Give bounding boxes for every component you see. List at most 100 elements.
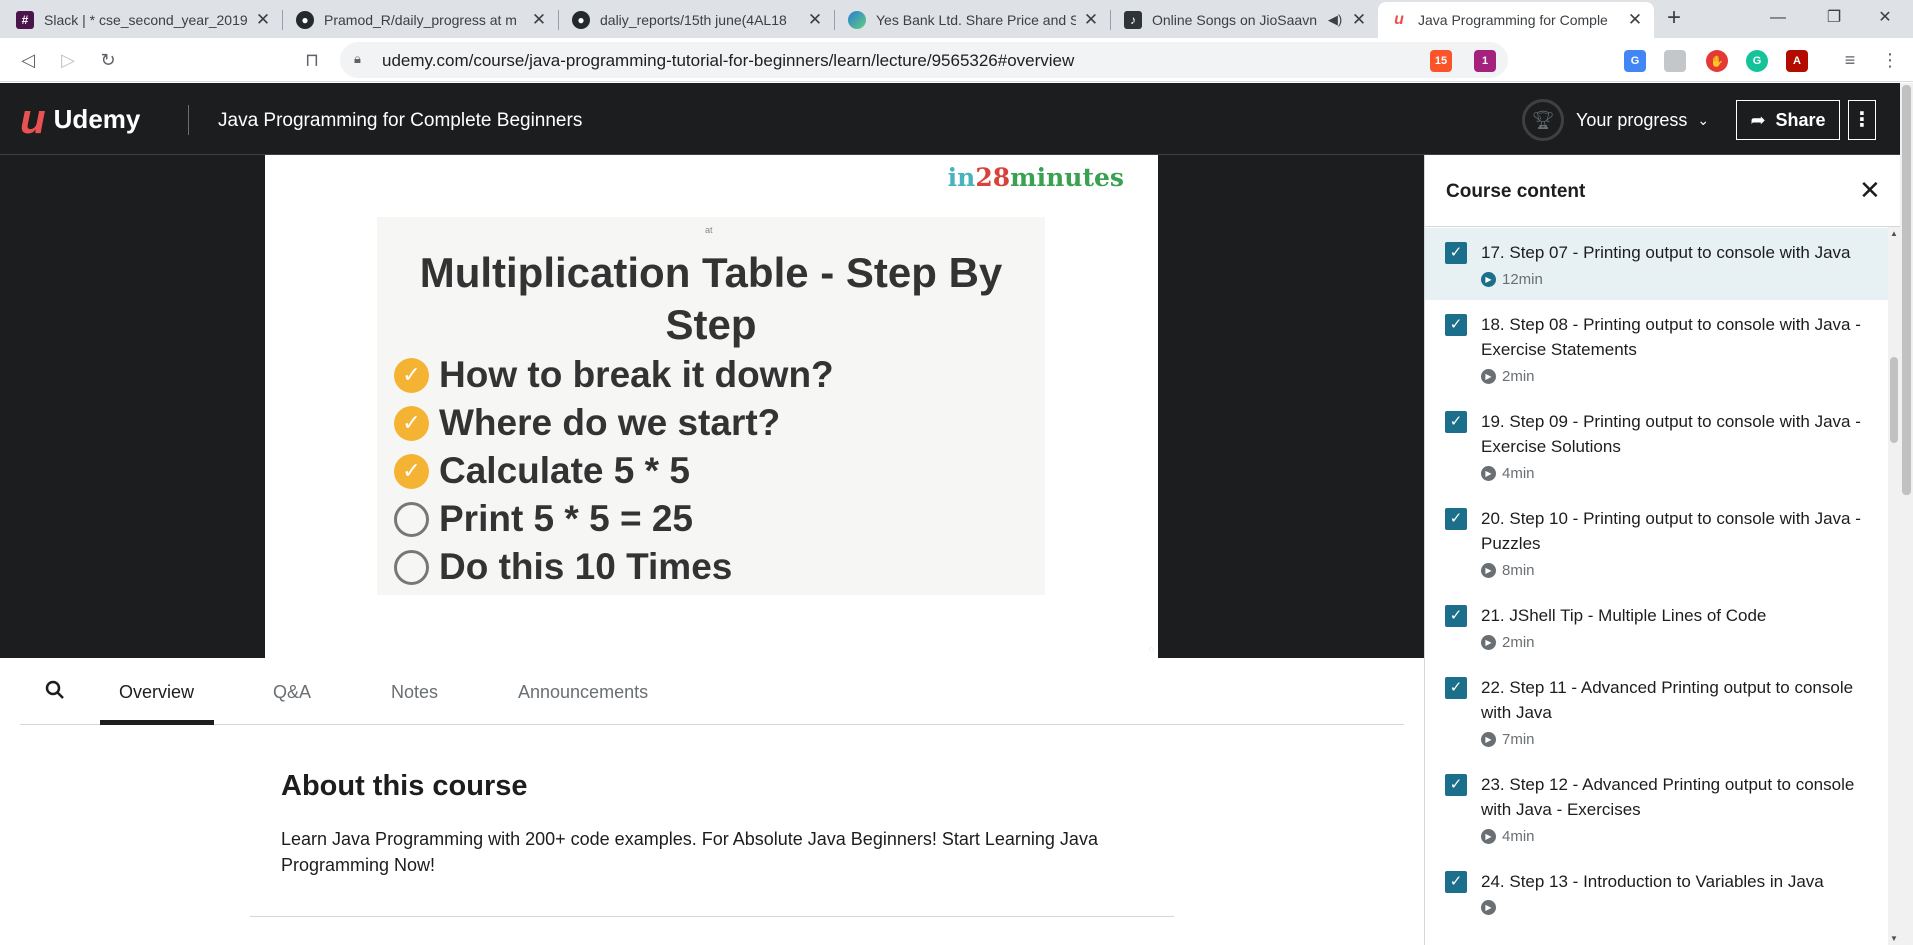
tab-overview[interactable]: Overview — [119, 682, 194, 703]
share-button[interactable]: ➦ Share — [1736, 100, 1840, 140]
sidebar-scrollbar[interactable]: ▲ ▼ — [1888, 227, 1900, 945]
lecture-title: 17. Step 07 - Printing output to console… — [1481, 243, 1851, 262]
browser-tab-github-1[interactable]: ● Pramod_R/daily_progress at m ✕ — [284, 2, 558, 38]
lecture-meta: ▶ 7min — [1481, 731, 1877, 748]
close-icon[interactable]: ✕ — [254, 10, 272, 30]
jiosaavn-icon: ♪ — [1124, 11, 1142, 29]
about-title: About this course — [281, 770, 528, 802]
course-content-sidebar: Course content ✕ ✓ 17. Step 07 - Printin… — [1424, 155, 1901, 945]
bullet-text: Do this 10 Times — [439, 546, 733, 587]
logo-text: Udemy — [53, 103, 141, 134]
checkbox-checked-icon[interactable]: ✓ — [1445, 605, 1467, 627]
reload-button[interactable]: ↻ — [94, 46, 122, 74]
lecture-title: 24. Step 13 - Introduction to Variables … — [1481, 872, 1824, 891]
lecture-meta: ▶ 2min — [1481, 368, 1877, 385]
section-divider — [250, 916, 1174, 917]
extension-icon[interactable] — [1664, 50, 1686, 72]
empty-circle-icon — [394, 549, 429, 585]
active-tab-indicator — [100, 720, 214, 725]
browser-tab-slack[interactable]: # Slack | * cse_second_year_2019 ✕ — [4, 2, 282, 38]
scrollbar-thumb[interactable] — [1902, 85, 1911, 495]
forward-button[interactable]: ▷ — [54, 46, 82, 74]
lecture-duration: 12min — [1502, 271, 1543, 288]
tab-qa[interactable]: Q&A — [273, 682, 311, 703]
lecture-title: 19. Step 09 - Printing output to console… — [1481, 412, 1861, 456]
play-icon: ▶ — [1481, 563, 1496, 578]
acrobat-icon[interactable]: A — [1786, 50, 1808, 72]
sidebar-header: Course content ✕ — [1425, 155, 1901, 227]
lecture-item[interactable]: ✓ 19. Step 09 - Printing output to conso… — [1425, 397, 1889, 494]
lecture-item[interactable]: ✓ 24. Step 13 - Introduction to Variable… — [1425, 857, 1889, 927]
checkbox-checked-icon[interactable]: ✓ — [1445, 774, 1467, 796]
tab-title: Pramod_R/daily_progress at m — [324, 12, 517, 28]
progress-dropdown[interactable]: 🏆︎ Your progress ⌄ — [1522, 99, 1709, 141]
new-tab-button[interactable]: + — [1660, 4, 1688, 32]
udemy-logo[interactable]: u Udemy — [20, 98, 141, 140]
scroll-up-icon[interactable]: ▲ — [1888, 229, 1900, 238]
close-icon[interactable]: ✕ — [1626, 10, 1644, 30]
checkbox-checked-icon[interactable]: ✓ — [1445, 871, 1467, 893]
lecture-item[interactable]: ✓ 18. Step 08 - Printing output to conso… — [1425, 300, 1889, 397]
trophy-icon: 🏆︎ — [1522, 99, 1564, 141]
play-icon: ▶ — [1481, 829, 1496, 844]
lecture-slide: in28minutes at Multiplication Table - St… — [265, 155, 1158, 658]
grammarly-icon[interactable]: G — [1746, 50, 1768, 72]
lecture-item[interactable]: ✓ 23. Step 12 - Advanced Printing output… — [1425, 760, 1889, 857]
close-icon[interactable]: ✕ — [1082, 10, 1100, 30]
bullet-text: Print 5 * 5 = 25 — [439, 498, 693, 539]
checkbox-checked-icon[interactable]: ✓ — [1445, 242, 1467, 264]
chevron-down-icon: ⌄ — [1697, 111, 1710, 128]
scrollbar-thumb[interactable] — [1890, 357, 1898, 443]
browser-tab-yesbank[interactable]: Yes Bank Ltd. Share Price and S ✕ — [836, 2, 1110, 38]
lecture-title: 22. Step 11 - Advanced Printing output t… — [1481, 678, 1854, 722]
search-icon[interactable] — [45, 680, 65, 706]
media-control-icon[interactable]: ≡ — [1836, 46, 1864, 74]
brave-shield-icon[interactable]: 15 — [1430, 50, 1452, 72]
brand-part: minutes — [1010, 163, 1124, 192]
slack-icon: # — [16, 11, 34, 29]
browser-tab-github-2[interactable]: ● daliy_reports/15th june(4AL18 ✕ — [560, 2, 834, 38]
share-icon: ➦ — [1750, 109, 1766, 130]
page-scrollbar[interactable] — [1900, 83, 1913, 945]
lecture-item[interactable]: ✓ 20. Step 10 - Printing output to conso… — [1425, 494, 1889, 591]
browser-tab-jiosaavn[interactable]: ♪ Online Songs on JioSaavn ◀) ✕ — [1112, 2, 1378, 38]
lecture-item[interactable]: ✓ 21. JShell Tip - Multiple Lines of Cod… — [1425, 591, 1889, 663]
checkbox-checked-icon[interactable]: ✓ — [1445, 314, 1467, 336]
lecture-meta: ▶ 4min — [1481, 828, 1877, 845]
slide-bullets: ✓ How to break it down? ✓ Where do we st… — [394, 351, 834, 591]
video-player[interactable]: in28minutes at Multiplication Table - St… — [0, 155, 1424, 658]
close-icon[interactable]: ✕ — [806, 10, 824, 30]
header-divider — [188, 105, 189, 135]
brand-part: 28 — [975, 163, 1011, 192]
adblock-icon[interactable]: ✋ — [1706, 50, 1728, 72]
close-icon[interactable]: ✕ — [1350, 10, 1368, 30]
close-icon[interactable]: ✕ — [530, 10, 548, 30]
lecture-item[interactable]: ✓ 17. Step 07 - Printing output to conso… — [1425, 228, 1889, 300]
checkbox-checked-icon[interactable]: ✓ — [1445, 508, 1467, 530]
tab-notes[interactable]: Notes — [391, 682, 438, 703]
address-bar[interactable]: 🔒︎ udemy.com/course/java-programming-tut… — [340, 42, 1508, 78]
speaker-icon[interactable]: ◀) — [1326, 12, 1344, 28]
scroll-down-icon[interactable]: ▼ — [1888, 934, 1900, 943]
more-options-button[interactable]: ⋮ — [1848, 100, 1876, 140]
close-icon[interactable]: ✕ — [1859, 175, 1881, 206]
bookmark-icon[interactable]: ⊓ — [298, 46, 326, 74]
check-circle-icon: ✓ — [394, 405, 429, 441]
play-icon: ▶ — [1481, 635, 1496, 650]
lecture-item[interactable]: ✓ 22. Step 11 - Advanced Printing output… — [1425, 663, 1889, 760]
lock-icon: 🔒︎ — [354, 51, 361, 66]
minimize-button[interactable]: — — [1750, 0, 1806, 36]
close-window-button[interactable]: ✕ — [1857, 0, 1913, 36]
maximize-button[interactable]: ❐ — [1806, 0, 1862, 36]
tab-announcements[interactable]: Announcements — [518, 682, 648, 703]
checkbox-checked-icon[interactable]: ✓ — [1445, 411, 1467, 433]
course-title[interactable]: Java Programming for Complete Beginners — [218, 110, 582, 132]
browser-menu-icon[interactable]: ⋮ — [1876, 46, 1904, 74]
browser-tab-udemy[interactable]: u Java Programming for Comple ✕ — [1378, 2, 1654, 38]
checkbox-checked-icon[interactable]: ✓ — [1445, 677, 1467, 699]
empty-circle-icon — [394, 501, 429, 537]
back-button[interactable]: ◁ — [14, 46, 42, 74]
translate-icon[interactable]: G — [1624, 50, 1646, 72]
alert-extension-icon[interactable]: 1 — [1474, 50, 1496, 72]
slide-bullet: ✓ Where do we start? — [394, 399, 834, 447]
